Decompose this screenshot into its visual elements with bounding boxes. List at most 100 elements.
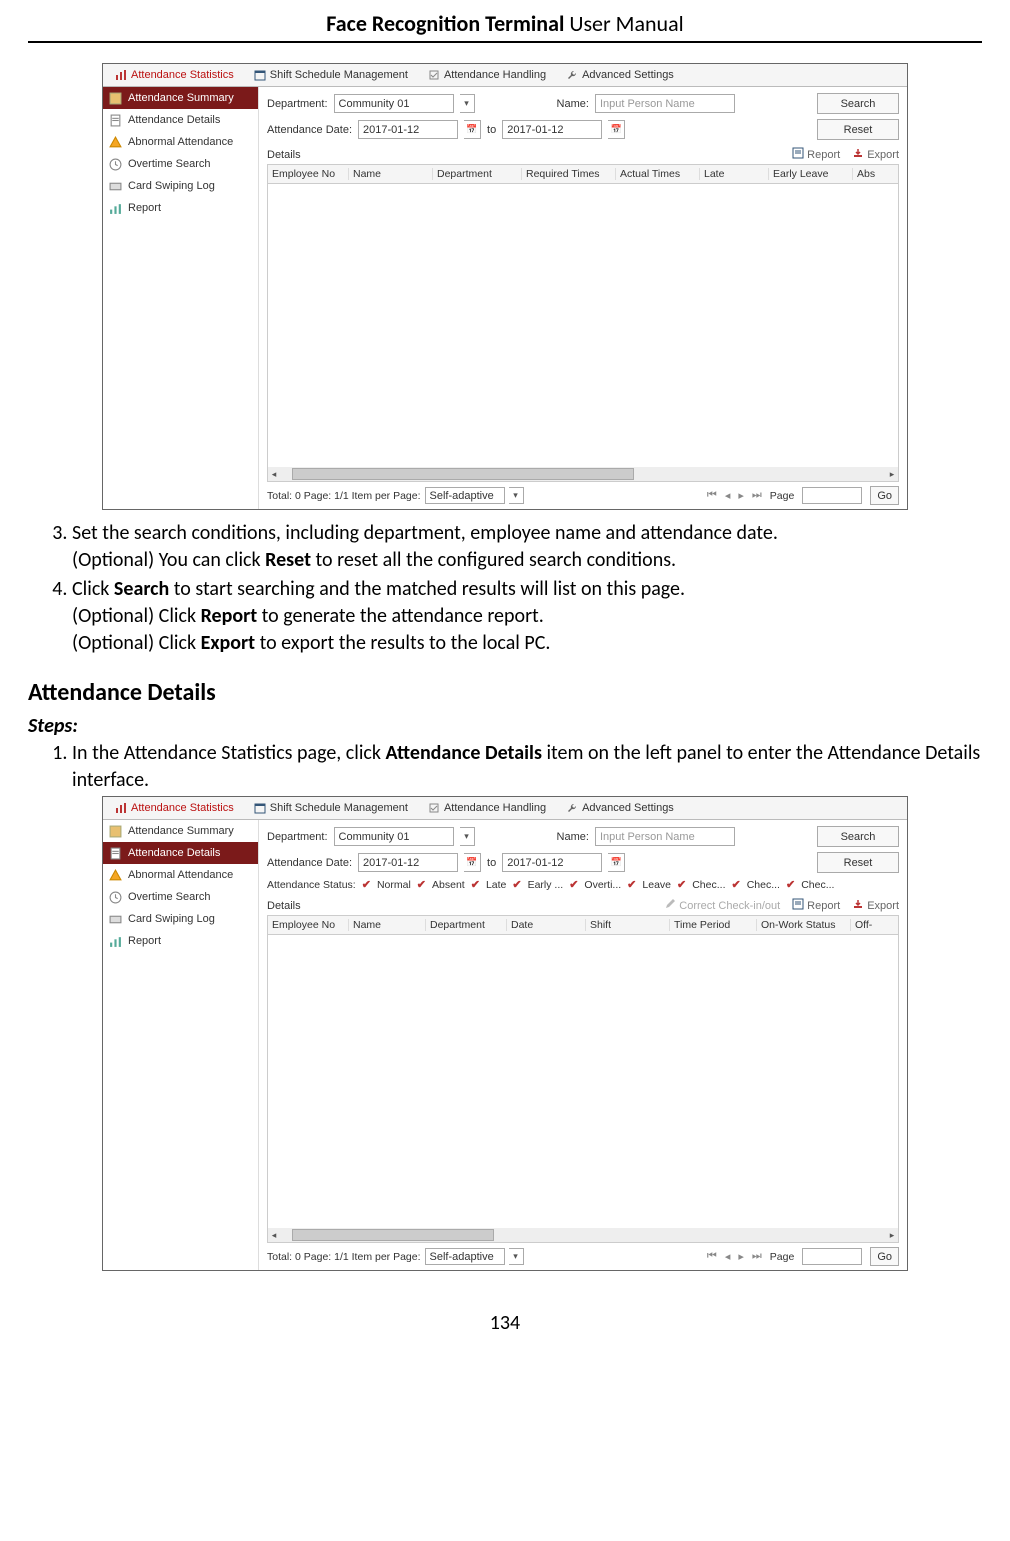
- tab-attendance-statistics[interactable]: Attendance Statistics: [107, 64, 242, 86]
- page-input[interactable]: [802, 1248, 862, 1265]
- horizontal-scrollbar[interactable]: ◂ ▸: [268, 1228, 898, 1242]
- th[interactable]: Name: [349, 919, 426, 931]
- search-button[interactable]: Search: [817, 93, 899, 114]
- name-input[interactable]: Input Person Name: [595, 94, 735, 113]
- scrollbar-thumb[interactable]: [292, 1229, 494, 1241]
- tab-shift-schedule[interactable]: Shift Schedule Management: [246, 64, 416, 86]
- th[interactable]: Late: [700, 168, 769, 180]
- sidebar-item-abnormal[interactable]: Abnormal Attendance: [103, 131, 258, 153]
- export-link[interactable]: Export: [852, 898, 899, 913]
- sidebar-item-report[interactable]: Report: [103, 930, 258, 952]
- page-last-icon[interactable]: ⏭: [752, 1250, 762, 1263]
- sidebar-item-details[interactable]: Attendance Details: [103, 842, 258, 864]
- sidebar-item-abnormal[interactable]: Abnormal Attendance: [103, 864, 258, 886]
- checkbox-icon[interactable]: ✔: [362, 878, 371, 891]
- th[interactable]: Employee No: [268, 919, 349, 931]
- items-per-page-select[interactable]: Self-adaptive: [425, 487, 505, 504]
- sidebar-item-cardlog[interactable]: Card Swiping Log: [103, 908, 258, 930]
- th[interactable]: Required Times: [522, 168, 616, 180]
- sidebar-item-details[interactable]: Attendance Details: [103, 109, 258, 131]
- page-prev-icon[interactable]: ◂: [725, 1250, 731, 1263]
- calendar-icon[interactable]: 📅: [608, 853, 625, 872]
- date-to-input[interactable]: 2017-01-12: [502, 853, 602, 872]
- dept-select[interactable]: Community 01: [334, 827, 454, 846]
- items-per-page-select[interactable]: Self-adaptive: [425, 1248, 505, 1265]
- reset-button[interactable]: Reset: [817, 119, 899, 140]
- pager: Total: 0 Page: 1/1 Item per Page: Self-a…: [267, 482, 899, 505]
- page-next-icon[interactable]: ▸: [738, 489, 744, 502]
- th[interactable]: Department: [426, 919, 507, 931]
- chevron-down-icon[interactable]: ▾: [460, 94, 475, 113]
- tab-advanced-settings[interactable]: Advanced Settings: [558, 64, 682, 86]
- th[interactable]: Shift: [586, 919, 670, 931]
- sidebar-item-overtime[interactable]: Overtime Search: [103, 153, 258, 175]
- page-last-icon[interactable]: ⏭: [752, 489, 762, 502]
- date-from-input[interactable]: 2017-01-12: [358, 853, 458, 872]
- checkbox-icon[interactable]: ✔: [471, 878, 480, 891]
- report-link[interactable]: Report: [792, 898, 840, 913]
- checkbox-icon[interactable]: ✔: [569, 878, 578, 891]
- go-button[interactable]: Go: [870, 1247, 899, 1266]
- search-button[interactable]: Search: [817, 826, 899, 847]
- screenshot-attendance-details: Attendance Statistics Shift Schedule Man…: [102, 796, 908, 1271]
- th[interactable]: Date: [507, 919, 586, 931]
- sidebar-item-cardlog[interactable]: Card Swiping Log: [103, 175, 258, 197]
- page-first-icon[interactable]: ⏮: [707, 1250, 717, 1263]
- report-link[interactable]: Report: [792, 147, 840, 162]
- date-from-input[interactable]: 2017-01-12: [358, 120, 458, 139]
- th[interactable]: Off-: [851, 919, 898, 931]
- sidebar-item-summary[interactable]: Attendance Summary: [103, 820, 258, 842]
- checkbox-icon[interactable]: ✔: [677, 878, 686, 891]
- reset-button[interactable]: Reset: [817, 852, 899, 873]
- scrollbar-thumb[interactable]: [292, 468, 634, 480]
- table-body: ◂ ▸: [267, 184, 899, 482]
- calendar-icon[interactable]: 📅: [464, 120, 481, 139]
- tab-attendance-handling[interactable]: Attendance Handling: [420, 797, 554, 819]
- calendar-icon[interactable]: 📅: [608, 120, 625, 139]
- horizontal-scrollbar[interactable]: ◂ ▸: [268, 467, 898, 481]
- status-opt: Late: [486, 879, 506, 891]
- sidebar-item-summary[interactable]: Attendance Summary: [103, 87, 258, 109]
- handling-icon: [428, 69, 440, 81]
- scroll-right-icon[interactable]: ▸: [886, 468, 898, 480]
- sidebar-item-overtime[interactable]: Overtime Search: [103, 886, 258, 908]
- scroll-right-icon[interactable]: ▸: [886, 1229, 898, 1241]
- th[interactable]: Actual Times: [616, 168, 700, 180]
- checkbox-icon[interactable]: ✔: [417, 878, 426, 891]
- page-number: 134: [28, 1311, 982, 1335]
- th[interactable]: Employee No: [268, 168, 349, 180]
- page-input[interactable]: [802, 487, 862, 504]
- go-button[interactable]: Go: [870, 486, 899, 505]
- tab-shift-schedule[interactable]: Shift Schedule Management: [246, 797, 416, 819]
- tab-attendance-statistics[interactable]: Attendance Statistics: [107, 797, 242, 819]
- tab-advanced-settings[interactable]: Advanced Settings: [558, 797, 682, 819]
- calendar-icon[interactable]: 📅: [464, 853, 481, 872]
- th[interactable]: Early Leave: [769, 168, 853, 180]
- th[interactable]: Time Period: [670, 919, 757, 931]
- checkbox-icon[interactable]: ✔: [786, 878, 795, 891]
- dept-select[interactable]: Community 01: [334, 94, 454, 113]
- th[interactable]: Name: [349, 168, 433, 180]
- scroll-left-icon[interactable]: ◂: [268, 468, 280, 480]
- chevron-down-icon[interactable]: ▾: [509, 487, 524, 504]
- page-first-icon[interactable]: ⏮: [707, 489, 717, 502]
- main-pane: Department: Community 01 ▾ Name: Input P…: [259, 820, 907, 1270]
- th[interactable]: Abs: [853, 168, 898, 180]
- name-input[interactable]: Input Person Name: [595, 827, 735, 846]
- checkbox-icon[interactable]: ✔: [627, 878, 636, 891]
- checkbox-icon[interactable]: ✔: [512, 878, 521, 891]
- th[interactable]: Department: [433, 168, 522, 180]
- export-link[interactable]: Export: [852, 147, 899, 162]
- chevron-down-icon[interactable]: ▾: [509, 1248, 524, 1265]
- page-prev-icon[interactable]: ◂: [725, 489, 731, 502]
- sidebar-item-report[interactable]: Report: [103, 197, 258, 219]
- tab-attendance-handling[interactable]: Attendance Handling: [420, 64, 554, 86]
- chevron-down-icon[interactable]: ▾: [460, 827, 475, 846]
- date-to-input[interactable]: 2017-01-12: [502, 120, 602, 139]
- page-label: Page: [770, 490, 795, 502]
- correct-checkin-link[interactable]: Correct Check-in/out: [664, 898, 780, 913]
- checkbox-icon[interactable]: ✔: [731, 878, 740, 891]
- page-next-icon[interactable]: ▸: [738, 1250, 744, 1263]
- th[interactable]: On-Work Status: [757, 919, 851, 931]
- scroll-left-icon[interactable]: ◂: [268, 1229, 280, 1241]
